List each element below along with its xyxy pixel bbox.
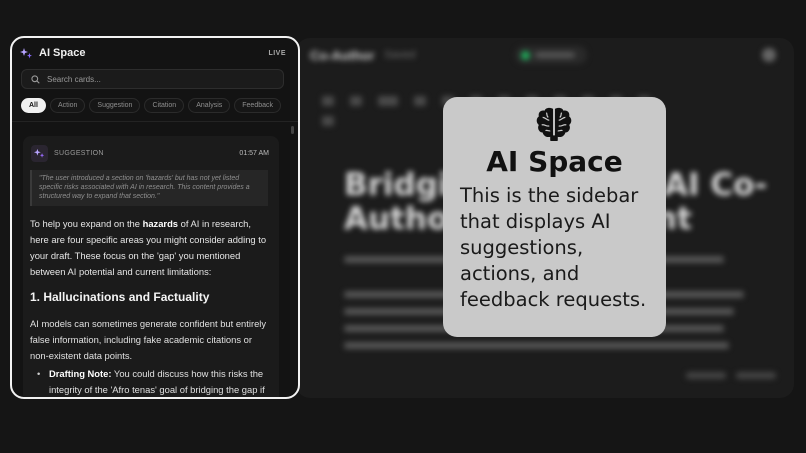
filter-suggestion[interactable]: Suggestion xyxy=(89,98,141,113)
bullet-label: Drafting Note: xyxy=(49,368,112,379)
tooltip-title: AI Space xyxy=(486,145,623,178)
suggestion-card[interactable]: SUGGESTION 01:57 AM "The user introduced… xyxy=(23,136,279,397)
filter-analysis[interactable]: Analysis xyxy=(188,98,231,113)
card-section-heading: 1. Hallucinations and Factuality xyxy=(30,290,210,304)
intro-text: To help you expand on the xyxy=(30,218,143,229)
sparkles-icon xyxy=(20,47,33,60)
sidebar-title: AI Space xyxy=(39,47,86,59)
gear-icon[interactable] xyxy=(762,48,776,62)
intro-bold: hazards xyxy=(142,218,179,229)
char-count xyxy=(736,372,776,379)
editor-topbar: Co-Author Saved xyxy=(296,38,794,72)
document-text-line xyxy=(344,342,729,349)
editor-save-status: Saved xyxy=(384,49,416,61)
editor-title: Co-Author xyxy=(310,47,375,63)
search-box[interactable] xyxy=(21,69,284,89)
toolbar-button[interactable] xyxy=(350,96,362,106)
filter-all[interactable]: All xyxy=(21,98,46,113)
status-bar xyxy=(535,52,576,58)
divider xyxy=(12,121,298,122)
status-dot-icon xyxy=(521,50,531,60)
card-header: SUGGESTION 01:57 AM xyxy=(31,145,269,162)
live-badge: LIVE xyxy=(268,49,286,57)
search-icon xyxy=(30,74,40,84)
card-intro-text: To help you expand on the hazards of AI … xyxy=(30,216,272,280)
search-input[interactable] xyxy=(47,74,267,84)
sparkles-icon xyxy=(31,145,48,162)
collab-status-pill[interactable] xyxy=(515,46,588,64)
card-paragraph: AI models can sometimes generate confide… xyxy=(30,318,267,361)
filter-action[interactable]: Action xyxy=(49,98,86,113)
toolbar-button[interactable] xyxy=(414,96,426,106)
card-bullet-item: Drafting Note: You could discuss how thi… xyxy=(37,366,269,397)
editor-footer xyxy=(686,372,776,379)
filter-feedback[interactable]: Feedback xyxy=(234,98,282,113)
toolbar-button[interactable] xyxy=(322,116,334,126)
sidebar-header: AI Space LIVE xyxy=(12,38,298,68)
onboarding-tooltip: AI Space This is the sidebar that displa… xyxy=(443,97,666,337)
toolbar-button[interactable] xyxy=(378,96,398,106)
card-context-quote: "The user introduced a section on 'hazar… xyxy=(30,170,268,206)
word-count xyxy=(686,372,726,379)
filter-citation[interactable]: Citation xyxy=(144,98,185,113)
tooltip-text: This is the sidebar that displays AI sug… xyxy=(460,184,647,311)
card-timestamp: 01:57 AM xyxy=(239,150,269,157)
filter-chips: All Action Suggestion Citation Analysis … xyxy=(21,98,282,113)
card-type-label: SUGGESTION xyxy=(54,150,104,157)
brain-icon xyxy=(536,107,572,142)
scrollbar[interactable] xyxy=(291,126,294,134)
ai-space-sidebar: AI Space LIVE All Action Suggestion Cita… xyxy=(10,36,300,399)
toolbar-button[interactable] xyxy=(322,96,334,106)
